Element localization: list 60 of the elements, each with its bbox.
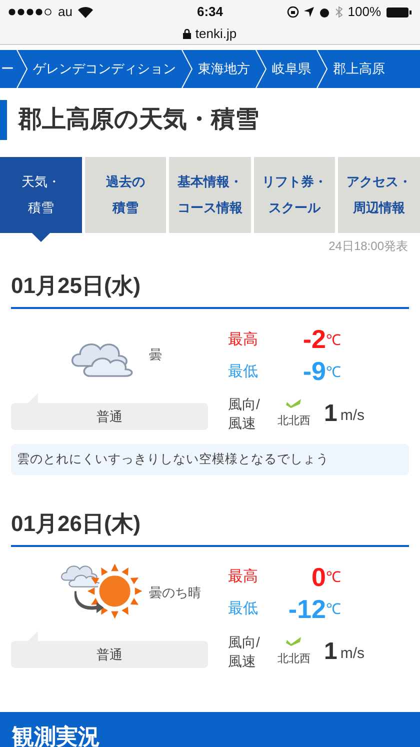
breadcrumb-link[interactable]: 東海地方 — [193, 50, 255, 88]
high-temperature: 0 — [310, 560, 326, 593]
section-tab[interactable]: リフト券・ スクール — [254, 157, 336, 233]
battery-icon — [386, 6, 412, 18]
weather-label: 曇のち晴 — [149, 584, 201, 602]
wind-speed: 1 — [324, 636, 338, 667]
low-label: 最低 — [228, 599, 259, 620]
high-label: 最高 — [228, 567, 259, 588]
chevron-icon — [181, 50, 193, 88]
wind-speed: 1 — [324, 399, 338, 429]
wind-label: 風向/ — [228, 395, 261, 414]
signal-icon — [8, 8, 52, 16]
bluetooth-icon — [334, 6, 343, 18]
weather-label: 曇 — [149, 346, 162, 364]
page-title: 郡上高原の天気・積雪 — [18, 105, 259, 135]
lock-icon — [183, 28, 192, 39]
rotation-lock-icon — [286, 6, 299, 18]
temperature-unit: ℃ — [326, 362, 341, 382]
temperature-unit: ℃ — [326, 600, 341, 620]
section-tab[interactable]: アクセス・ 周辺情報 — [338, 157, 420, 233]
tab-pointer — [32, 233, 50, 242]
carrier: au — [58, 3, 72, 22]
breadcrumb-link[interactable]: 岐阜県 — [267, 50, 316, 88]
wind-direction-icon — [286, 398, 302, 410]
breadcrumb-link[interactable]: ゲレンデコンディション — [28, 50, 181, 88]
section-tab[interactable]: 過去の 積雪 — [84, 157, 166, 233]
url: tenki.jp — [195, 25, 237, 43]
chevron-icon — [255, 50, 267, 88]
high-temperature: -2 — [302, 323, 326, 355]
chevron-icon — [16, 50, 28, 88]
forecast-comment: 雲のとれにくいすっきりしない空模様となるでしょう — [11, 444, 409, 475]
wifi-icon — [78, 6, 94, 18]
low-label: 最低 — [228, 362, 259, 382]
section-tab[interactable]: 基本情報・ コース情報 — [169, 157, 251, 233]
title-accent — [0, 100, 7, 140]
wind-direction: 北北西 — [278, 652, 310, 667]
issued-time: 24日18:00発表 — [328, 238, 408, 255]
low-temperature: -12 — [287, 592, 326, 625]
section-tab[interactable]: 天気・ 積雪 — [0, 157, 82, 233]
breadcrumb-link[interactable]: 郡上高原 — [328, 50, 390, 88]
breadcrumb-link[interactable]: ー — [0, 50, 16, 88]
wind-label: 風速 — [228, 414, 257, 433]
temperature-unit: ℃ — [326, 330, 341, 350]
location-icon — [304, 7, 314, 17]
wind-unit: m/s — [340, 406, 365, 426]
wind-direction: 北北西 — [278, 414, 310, 430]
high-label: 最高 — [228, 330, 259, 350]
time: 6:34 — [196, 3, 224, 22]
snow-condition: 普通 — [11, 393, 208, 430]
wind-direction-icon — [286, 636, 302, 647]
wind-unit: m/s — [340, 644, 365, 664]
snow-condition: 普通 — [11, 630, 208, 668]
low-temperature: -9 — [302, 355, 326, 387]
date-heading: 01月25日(水) — [11, 273, 141, 298]
chevron-icon — [316, 50, 328, 88]
date-heading: 01月26日(木) — [11, 510, 141, 536]
battery-percent: 100% — [348, 3, 381, 22]
wind-label: 風向/ — [228, 632, 261, 652]
temperature-unit: ℃ — [326, 568, 341, 588]
wind-label: 風速 — [228, 652, 257, 671]
